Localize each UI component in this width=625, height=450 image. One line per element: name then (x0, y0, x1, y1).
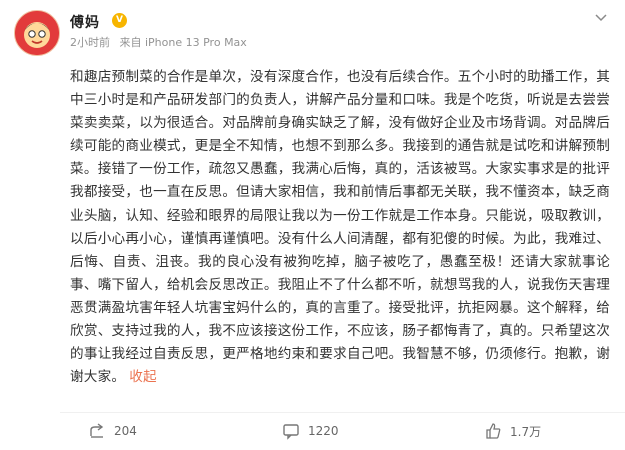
post-time[interactable]: 2小时前 (70, 36, 110, 49)
like-count: 1.7万 (510, 424, 542, 439)
post-content-text: 和趣店预制菜的合作是单次，没有深度合作，也没有后续合作。五个小时的助播工作，其中… (70, 69, 610, 386)
post-content: 和趣店预制菜的合作是单次，没有深度合作，也没有后续合作。五个小时的助播工作，其中… (70, 66, 610, 389)
username[interactable]: 傅妈 (70, 12, 100, 32)
comment-icon (283, 424, 299, 440)
share-count: 204 (114, 424, 137, 438)
comment-button[interactable]: 1220 (282, 420, 339, 442)
thumbs-up-icon (486, 423, 501, 439)
verified-badge-icon: V (112, 13, 127, 28)
divider (60, 412, 625, 413)
comment-count: 1220 (308, 424, 339, 438)
post-source: 来自 iPhone 13 Pro Max (119, 36, 247, 49)
avatar[interactable] (14, 10, 60, 56)
chevron-down-icon[interactable] (591, 10, 611, 30)
share-button[interactable]: 204 (88, 420, 137, 442)
action-bar: 204 1220 1.7万 (0, 416, 625, 446)
post-meta: 2小时前 来自 iPhone 13 Pro Max (70, 34, 253, 50)
share-icon (90, 423, 104, 438)
collapse-link[interactable]: 收起 (129, 369, 157, 385)
avatar-image (15, 11, 59, 55)
like-button[interactable]: 1.7万 (484, 420, 541, 442)
